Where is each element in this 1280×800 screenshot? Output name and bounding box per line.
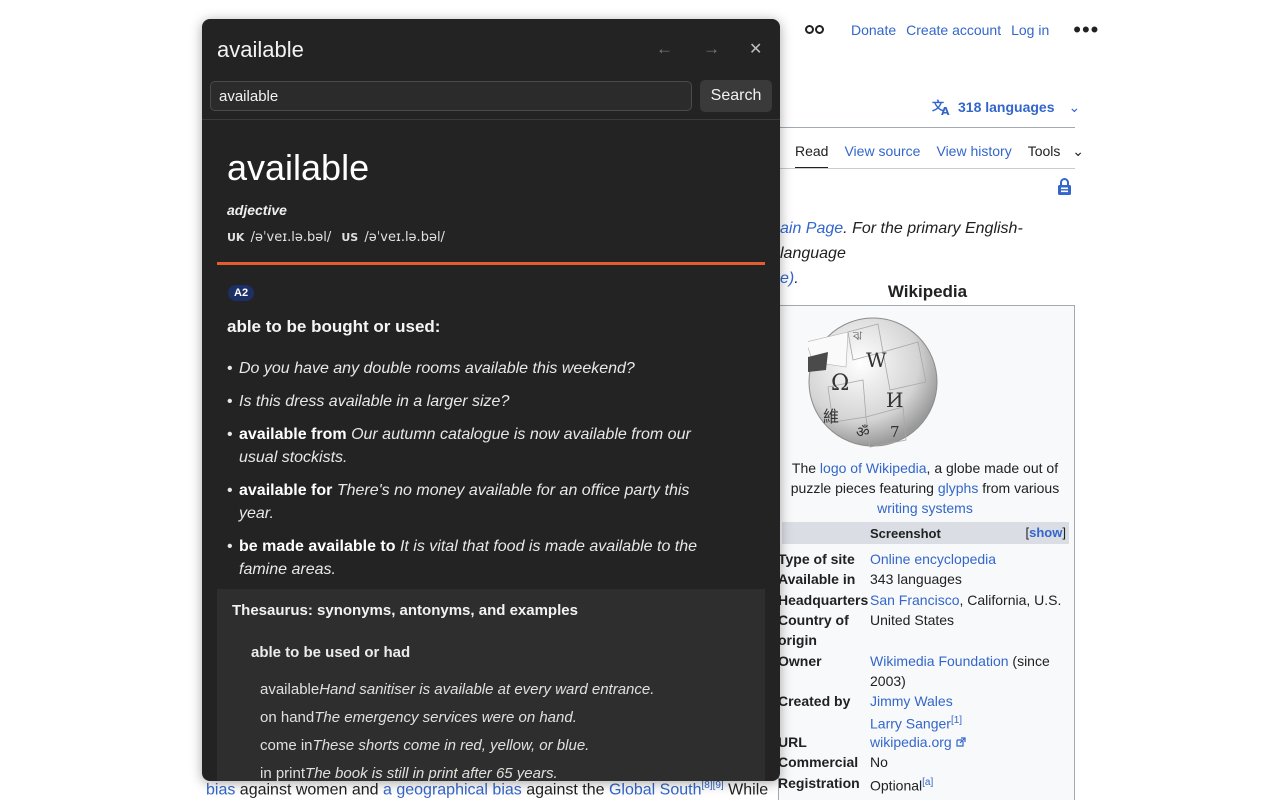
languages-button[interactable]: 文 A 318 languages ⌄ [932, 98, 1080, 116]
page-tabs: Read View source View history Tools ⌄ [795, 143, 1084, 169]
wiki-header-links: Donate Create account Log in ••• [805, 19, 1099, 41]
infobox-value-link[interactable]: San Francisco [870, 592, 959, 608]
svg-text:維: 維 [823, 407, 839, 426]
screenshot-label: Screenshot [870, 526, 941, 541]
log-in-link[interactable]: Log in [1011, 22, 1049, 38]
back-arrow-icon[interactable]: ← [656, 39, 673, 59]
infobox-value-link[interactable]: Jimmy Wales [870, 693, 953, 709]
page: Donate Create account Log in ••• 文 A 318… [0, 0, 1280, 800]
writing-systems-link[interactable]: writing systems [877, 500, 973, 516]
infobox-caption: The logo of Wikipedia, a globe made out … [790, 460, 1060, 516]
example-list: • Do you have any double rooms available … [227, 357, 727, 591]
citation-link[interactable]: [a] [922, 777, 933, 788]
tab-view-history[interactable]: View history [936, 143, 1011, 169]
show-toggle[interactable]: [show] [1026, 525, 1066, 540]
citation-link[interactable]: [1] [951, 715, 962, 726]
part-of-speech: adjective [227, 202, 287, 218]
uk-label: UK [227, 231, 245, 244]
dictionary-popup: available ← → ✕ Search available adjecti… [202, 19, 780, 781]
infobox-value-link[interactable]: Larry Sanger [870, 716, 951, 732]
svg-text:И: И [886, 388, 903, 412]
screenshot-toggle-bar: Screenshot [show] [782, 522, 1069, 544]
chevron-down-icon: ⌄ [1072, 143, 1085, 159]
thesaurus-panel: Thesaurus: synonyms, antonyms, and examp… [217, 589, 765, 781]
svg-text:7: 7 [890, 423, 900, 441]
thesaurus-item: availableHand sanitiser is available at … [260, 681, 655, 698]
hatnote: ain Page. For the primary English-langua… [780, 220, 1023, 287]
tools-label: Tools [1027, 143, 1061, 159]
create-account-link[interactable]: Create account [906, 22, 1001, 38]
reading-glasses-icon[interactable] [805, 23, 827, 37]
infobox-title: Wikipedia [887, 282, 968, 301]
example-item: • Is this dress available in a larger siz… [227, 393, 510, 410]
svg-text:ঝ: ঝ [852, 329, 863, 343]
thesaurus-item: in printThe book is still in print after… [260, 765, 558, 781]
logo-link[interactable]: logo of Wikipedia [820, 460, 927, 476]
uk-ipa: /əˈveɪ.lə.bəl/ [250, 230, 332, 245]
hatnote-link[interactable]: ain Page [780, 220, 843, 237]
translate-icon: 文 A [932, 98, 950, 116]
search-button[interactable]: Search [700, 80, 772, 112]
article-text-line: bias against women and a geographical bi… [206, 780, 769, 799]
thesaurus-title: Thesaurus: synonyms, antonyms, and examp… [232, 602, 578, 619]
donate-link[interactable]: Donate [851, 22, 896, 38]
thesaurus-item: on handThe emergency services were on ha… [260, 709, 577, 726]
example-item: • Do you have any double rooms available … [227, 360, 635, 377]
level-badge: A2 [228, 285, 255, 301]
show-link[interactable]: show [1029, 525, 1062, 540]
svg-text:Ω: Ω [831, 371, 849, 396]
svg-text:A: A [941, 105, 950, 116]
example-item: • available for There's no money availabl… [227, 482, 690, 522]
example-item: • available from Our autumn catalogue is … [227, 426, 691, 466]
popup-title: available [217, 37, 304, 62]
tab-view-source[interactable]: View source [844, 143, 920, 169]
infobox-value-link[interactable]: Online encyclopedia [870, 549, 1070, 569]
svg-text:W: W [866, 348, 887, 372]
glyphs-link[interactable]: glyphs [938, 480, 978, 496]
thesaurus-item: come inThese shorts come in red, yellow,… [260, 737, 590, 754]
more-options-icon[interactable]: ••• [1073, 19, 1099, 41]
chevron-down-icon: ⌄ [1068, 98, 1081, 115]
us-ipa: /əˈveɪ.lə.bəl/ [364, 230, 445, 245]
close-icon[interactable]: ✕ [749, 39, 762, 59]
infobox-value-link[interactable]: Wikimedia Foundation [870, 653, 1009, 669]
example-item: • be made available to It is vital that f… [227, 538, 698, 578]
search-input[interactable] [210, 81, 692, 111]
sense-definition: able to be bought or used: [227, 317, 441, 336]
forward-arrow-icon[interactable]: → [703, 39, 720, 59]
popup-header: available ← → ✕ [202, 19, 780, 81]
tab-tools[interactable]: Tools ⌄ [1028, 143, 1084, 169]
entry-headword: available [227, 147, 370, 188]
lock-icon[interactable] [1057, 178, 1072, 196]
divider [780, 168, 1075, 169]
svg-text:ॐ: ॐ [856, 423, 870, 441]
divider [217, 262, 765, 265]
external-link-icon [956, 737, 966, 747]
thesaurus-list: availableHand sanitiser is available at … [260, 676, 654, 781]
thesaurus-subheading: able to be used or had [251, 644, 411, 661]
divider [202, 119, 780, 120]
pronunciation: UK /əˈveɪ.lə.bəl/ US /əˈveɪ.lə.bəl/ [227, 230, 445, 245]
citation-link[interactable]: [8][9] [701, 780, 723, 791]
wikipedia-globe-logo[interactable]: W Ω И 維 ॐ 7 ঝ [808, 312, 943, 457]
infobox-value-link[interactable]: wikipedia.org [870, 734, 952, 750]
languages-label: 318 languages [958, 99, 1055, 115]
us-label: US [341, 231, 359, 244]
divider [780, 127, 1075, 128]
tab-read[interactable]: Read [795, 143, 829, 169]
